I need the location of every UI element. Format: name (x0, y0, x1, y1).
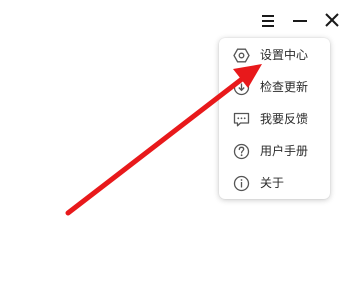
window-controls (255, 8, 350, 34)
main-menu-dropdown: 设置中心 检查更新 我要反馈 用户手册 关于 (219, 38, 330, 199)
menu-item-about[interactable]: 关于 (219, 169, 330, 197)
close-icon[interactable] (319, 8, 345, 34)
menu-item-label: 用户手册 (260, 144, 309, 158)
menu-item-label: 设置中心 (260, 48, 309, 62)
app-window: 设置中心 检查更新 我要反馈 用户手册 关于 (0, 0, 355, 299)
menu-item-label: 关于 (260, 176, 285, 190)
info-icon (233, 175, 250, 192)
menu-item-user-manual[interactable]: 用户手册 (219, 137, 330, 165)
menu-item-settings-center[interactable]: 设置中心 (219, 41, 330, 69)
minimize-icon[interactable] (287, 8, 313, 34)
menu-item-check-update[interactable]: 检查更新 (219, 73, 330, 101)
menu-item-label: 我要反馈 (260, 112, 309, 126)
update-check-icon (233, 79, 250, 96)
help-question-icon (233, 143, 250, 160)
hamburger-menu-icon[interactable] (255, 8, 281, 34)
menu-item-feedback[interactable]: 我要反馈 (219, 105, 330, 133)
menu-item-label: 检查更新 (260, 80, 309, 94)
feedback-chat-icon (233, 111, 250, 128)
settings-hexagon-icon (233, 47, 250, 64)
